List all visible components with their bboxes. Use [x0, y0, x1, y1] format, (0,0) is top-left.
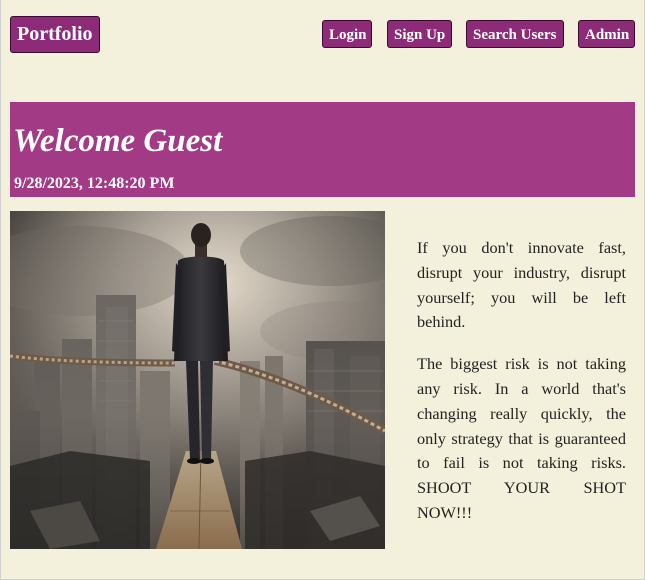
admin-button[interactable]: Admin — [578, 20, 635, 48]
current-timestamp: 9/28/2023, 12:48:20 PM — [14, 175, 175, 192]
page: Portfolio Login Sign Up Search Users Adm… — [0, 0, 645, 580]
welcome-banner: Welcome Guest 9/28/2023, 12:48:20 PM — [10, 102, 635, 197]
search-users-button[interactable]: Search Users — [466, 20, 564, 48]
quote-paragraph: The biggest risk is not taking any risk.… — [417, 354, 626, 522]
sign-up-button[interactable]: Sign Up — [387, 20, 452, 48]
businessman-tightrope-image — [10, 211, 385, 549]
quote-paragraph: If you don't innovate fast, disrupt your… — [417, 238, 626, 332]
quotes-section: If you don't innovate fast, disrupt your… — [417, 236, 626, 543]
welcome-title: Welcome Guest — [13, 123, 223, 159]
login-button[interactable]: Login — [322, 20, 372, 48]
brand-logo-link[interactable]: Portfolio — [10, 16, 100, 53]
hero-illustration — [10, 211, 385, 549]
